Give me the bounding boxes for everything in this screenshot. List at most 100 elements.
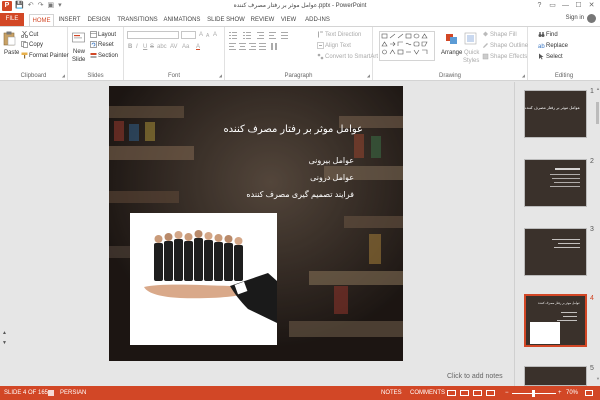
grow-font-button[interactable]: A bbox=[199, 31, 203, 39]
slide-title[interactable]: عوامل موثر بر رفتار مصرف کننده bbox=[223, 124, 363, 135]
tab-insert[interactable]: INSERT bbox=[58, 14, 81, 26]
shrink-font-button[interactable]: A bbox=[206, 32, 209, 40]
clear-formatting-button[interactable]: A bbox=[213, 31, 217, 39]
reset-button[interactable]: Reset bbox=[90, 41, 114, 49]
fit-to-window-icon[interactable] bbox=[585, 390, 593, 396]
list-buttons-icon[interactable] bbox=[229, 31, 309, 40]
section-button[interactable]: Section bbox=[90, 52, 118, 60]
slide-body[interactable]: عوامل بیرونی عوامل درونی فرایند تصمیم گی… bbox=[246, 152, 354, 203]
shapes-gallery[interactable] bbox=[379, 31, 435, 61]
select-button[interactable]: Select bbox=[538, 53, 563, 61]
find-button[interactable]: Find bbox=[538, 31, 558, 39]
replace-button[interactable]: ab Replace bbox=[538, 42, 568, 50]
quick-styles-button[interactable]: Quick bbox=[464, 49, 479, 57]
tab-slide-show[interactable]: SLIDE SHOW bbox=[207, 14, 245, 26]
tab-design[interactable]: DESIGN bbox=[86, 14, 112, 26]
character-spacing-button[interactable]: AV bbox=[170, 43, 178, 51]
zoom-slider-thumb[interactable] bbox=[532, 390, 535, 397]
shape-outline-button[interactable]: Shape Outline bbox=[482, 42, 528, 50]
tab-view[interactable]: VIEW bbox=[279, 14, 298, 26]
thumbnail-number: 4 bbox=[590, 295, 594, 302]
text-direction-icon bbox=[317, 31, 324, 38]
shape-effects-button[interactable]: Shape Effects bbox=[482, 53, 527, 61]
start-slideshow-icon[interactable]: ▣ bbox=[47, 1, 54, 11]
thumbnail-number: 3 bbox=[590, 226, 594, 233]
shape-fill-button[interactable]: Shape Fill bbox=[482, 31, 517, 39]
tab-animations[interactable]: ANIMATIONS bbox=[162, 14, 202, 26]
slide-sorter-icon[interactable] bbox=[460, 390, 469, 396]
change-case-button[interactable]: Aa bbox=[182, 43, 189, 51]
new-slide-button-label2[interactable]: Slide bbox=[72, 56, 85, 64]
normal-view-icon[interactable] bbox=[447, 390, 456, 396]
drawing-launcher-icon[interactable]: ◢ bbox=[522, 73, 525, 78]
clipboard-launcher-icon[interactable]: ◢ bbox=[62, 73, 65, 78]
comments-toggle[interactable]: COMMENTS bbox=[410, 386, 445, 400]
language-indicator[interactable]: PERSIAN bbox=[60, 386, 86, 400]
font-name-dropdown[interactable] bbox=[127, 31, 179, 39]
italic-button[interactable]: I bbox=[136, 43, 138, 51]
customize-qat-icon[interactable]: ▾ bbox=[58, 1, 62, 11]
text-shadow-button[interactable]: abc bbox=[157, 43, 167, 51]
proofing-icon[interactable] bbox=[48, 390, 54, 396]
help-button[interactable]: ? bbox=[533, 0, 546, 12]
notes-toggle[interactable]: NOTES bbox=[381, 386, 402, 400]
font-launcher-icon[interactable]: ◢ bbox=[219, 73, 222, 78]
alignment-buttons-icon[interactable] bbox=[229, 42, 309, 51]
align-text-button[interactable]: Align Text bbox=[317, 42, 351, 50]
clipboard-icon[interactable] bbox=[3, 31, 16, 46]
quick-styles-button-label2[interactable]: Styles bbox=[463, 57, 479, 65]
slide-thumbnail-selected[interactable]: عوامل موثر بر رفتار مصرف کننده bbox=[524, 294, 587, 347]
font-color-button[interactable]: A bbox=[196, 43, 200, 51]
bold-button[interactable]: B bbox=[128, 43, 132, 51]
slide-thumbnail[interactable] bbox=[524, 228, 587, 276]
underline-button[interactable]: U bbox=[143, 43, 147, 51]
new-slide-icon[interactable] bbox=[72, 31, 85, 46]
arrange-button[interactable]: Arrange bbox=[441, 49, 462, 57]
slideshow-view-icon[interactable] bbox=[486, 390, 495, 396]
current-slide[interactable]: عوامل موثر بر رفتار مصرف کننده عوامل بیر… bbox=[109, 86, 403, 361]
zoom-out-button[interactable]: − bbox=[505, 386, 509, 400]
minimize-button[interactable]: — bbox=[559, 0, 572, 12]
slide-thumbnail-pane: 1 عوامل موثر بر رفتار مصرف کننده 2 3 4 ع… bbox=[514, 82, 600, 386]
reading-view-icon[interactable] bbox=[473, 390, 482, 396]
copy-button[interactable]: Copy bbox=[21, 41, 43, 49]
ribbon-display-button[interactable]: ▭ bbox=[546, 0, 559, 12]
strikethrough-button[interactable]: S bbox=[150, 43, 154, 51]
tab-transitions[interactable]: TRANSITIONS bbox=[117, 14, 158, 26]
notes-placeholder[interactable]: Click to add notes bbox=[447, 373, 503, 380]
slide-thumbnail[interactable] bbox=[524, 366, 587, 386]
tab-home[interactable]: HOME bbox=[29, 14, 54, 26]
slide-thumbnail[interactable]: عوامل موثر بر رفتار مصرف کننده bbox=[524, 90, 587, 138]
sign-in-link[interactable]: Sign in bbox=[566, 15, 584, 21]
paragraph-launcher-icon[interactable]: ◢ bbox=[367, 73, 370, 78]
slides-group-label: Slides bbox=[87, 73, 104, 79]
redo-icon[interactable]: ↷ bbox=[38, 1, 44, 11]
zoom-level[interactable]: 70% bbox=[566, 386, 578, 400]
shape-effects-label: Shape Effects bbox=[490, 54, 528, 61]
account-avatar[interactable] bbox=[587, 14, 596, 23]
undo-icon[interactable]: ↶ bbox=[28, 1, 34, 11]
tab-add-ins[interactable]: ADD-INS bbox=[303, 14, 332, 26]
maximize-button[interactable]: ☐ bbox=[572, 0, 585, 12]
save-icon[interactable]: 💾 bbox=[15, 1, 24, 11]
thumbnail-scrollbar[interactable]: ▲ ▼ bbox=[595, 82, 600, 386]
convert-smartart-button[interactable]: Convert to SmartArt bbox=[317, 53, 378, 61]
tab-file[interactable]: FILE bbox=[0, 13, 24, 26]
font-size-dropdown[interactable] bbox=[181, 31, 196, 39]
quick-styles-icon[interactable] bbox=[464, 31, 477, 46]
slide-thumbnail[interactable] bbox=[524, 159, 587, 207]
paste-button[interactable]: Paste bbox=[4, 49, 19, 57]
close-button[interactable]: ✕ bbox=[585, 0, 598, 12]
slide-picture[interactable] bbox=[130, 213, 277, 345]
arrange-icon[interactable] bbox=[445, 31, 458, 46]
notes-pane[interactable]: Click to add notes bbox=[7, 370, 513, 385]
cut-button[interactable]: Cut bbox=[20, 30, 38, 39]
text-direction-button[interactable]: Text Direction bbox=[317, 31, 361, 39]
zoom-in-button[interactable]: + bbox=[558, 386, 562, 400]
thumbnail-number: 5 bbox=[590, 365, 594, 372]
tab-review[interactable]: REVIEW bbox=[250, 14, 275, 26]
layout-button[interactable]: Layout bbox=[90, 31, 116, 39]
copy-icon bbox=[21, 41, 28, 48]
new-slide-button[interactable]: New bbox=[73, 48, 85, 56]
format-painter-button[interactable]: Format Painter bbox=[21, 52, 69, 60]
